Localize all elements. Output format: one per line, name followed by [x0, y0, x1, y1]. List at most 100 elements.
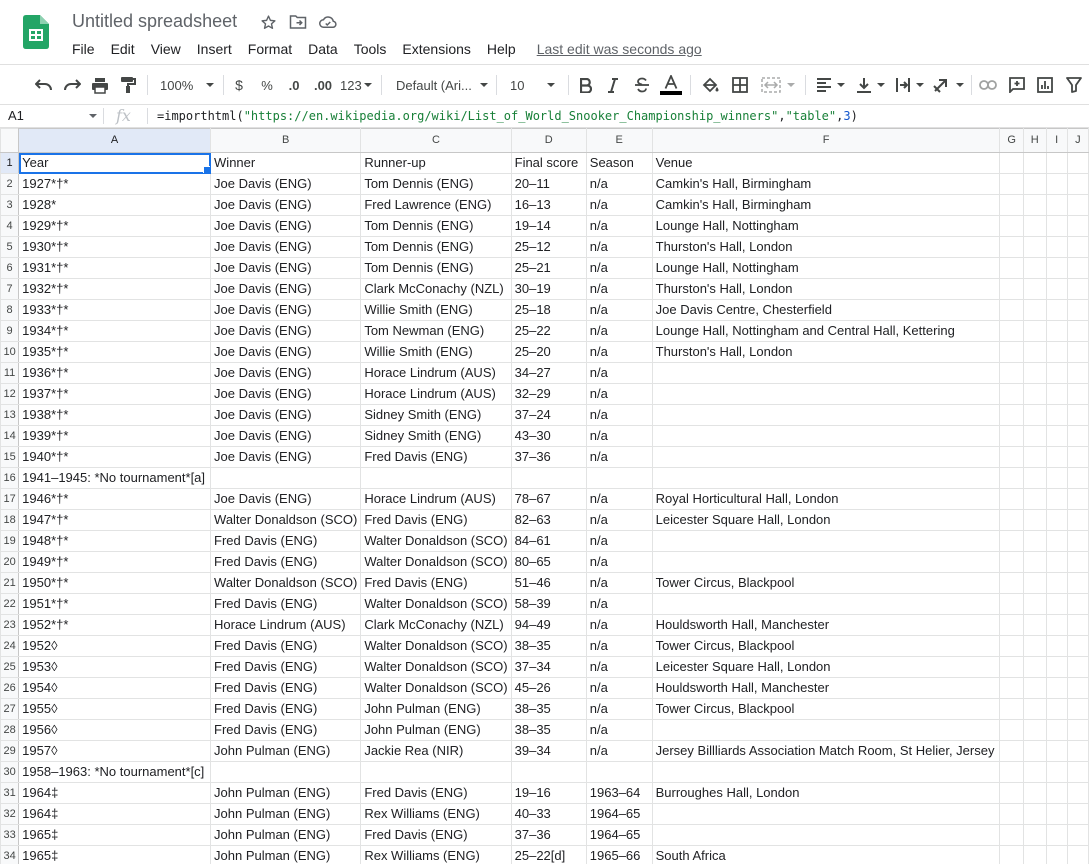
cell-d2[interactable]: 20–11: [510, 173, 587, 195]
cell-i10[interactable]: [1045, 341, 1068, 363]
merge-cells-icon[interactable]: [758, 73, 798, 97]
cell-d18[interactable]: 82–63: [510, 509, 587, 531]
menu-help[interactable]: Help: [479, 41, 524, 57]
cell-c6[interactable]: Tom Dennis (ENG): [360, 257, 512, 279]
redo-icon[interactable]: [62, 73, 82, 97]
vertical-align-icon[interactable]: [854, 73, 886, 97]
cell-f4[interactable]: Lounge Hall, Nottingham: [651, 215, 1001, 237]
cell-h15[interactable]: [1022, 446, 1047, 468]
cell-h5[interactable]: [1022, 236, 1047, 258]
cell-i26[interactable]: [1045, 677, 1068, 699]
cell-c18[interactable]: Fred Davis (ENG): [360, 509, 512, 531]
cell-e28[interactable]: n/a: [585, 719, 653, 741]
cell-d9[interactable]: 25–22: [510, 320, 587, 342]
cell-c17[interactable]: Horace Lindrum (AUS): [360, 488, 512, 510]
cell-i2[interactable]: [1045, 173, 1068, 195]
cell-h13[interactable]: [1022, 404, 1047, 426]
horizontal-align-icon[interactable]: [814, 73, 846, 97]
row-header[interactable]: 25: [0, 656, 20, 678]
cell-e16[interactable]: [585, 467, 653, 489]
cell-a16[interactable]: 1941–1945: *No tournament*[a]: [18, 467, 212, 489]
paint-format-icon[interactable]: [118, 73, 138, 97]
cell-d22[interactable]: 58–39: [510, 593, 587, 615]
cell-a23[interactable]: 1952*†*: [18, 614, 212, 636]
menu-tools[interactable]: Tools: [346, 41, 395, 57]
cell-f22[interactable]: [651, 593, 1001, 615]
cell-c7[interactable]: Clark McConachy (NZL): [360, 278, 512, 300]
cell-j26[interactable]: [1066, 677, 1089, 699]
cell-h24[interactable]: [1022, 635, 1047, 657]
cell-e21[interactable]: n/a: [585, 572, 653, 594]
cell-b31[interactable]: John Pulman (ENG): [210, 782, 362, 804]
font-family-select[interactable]: Default (Ari...: [396, 73, 488, 97]
row-header[interactable]: 2: [0, 173, 20, 195]
cell-e26[interactable]: n/a: [585, 677, 653, 699]
cell-b27[interactable]: Fred Davis (ENG): [210, 698, 362, 720]
cell-e4[interactable]: n/a: [585, 215, 653, 237]
cell-i17[interactable]: [1045, 488, 1068, 510]
cell-d34[interactable]: 25–22[d]: [510, 845, 587, 864]
row-header[interactable]: 8: [0, 299, 20, 321]
cell-a27[interactable]: 1955◊: [18, 698, 212, 720]
cell-g21[interactable]: [999, 572, 1024, 594]
cell-j2[interactable]: [1066, 173, 1089, 195]
cell-d21[interactable]: 51–46: [510, 572, 587, 594]
insert-link-icon[interactable]: [978, 73, 998, 97]
cell-j8[interactable]: [1066, 299, 1089, 321]
cell-c19[interactable]: Walter Donaldson (SCO): [360, 530, 512, 552]
cell-j21[interactable]: [1066, 572, 1089, 594]
row-header[interactable]: 6: [0, 257, 20, 279]
menu-edit[interactable]: Edit: [103, 41, 143, 57]
cell-a24[interactable]: 1952◊: [18, 635, 212, 657]
cell-i6[interactable]: [1045, 257, 1068, 279]
cell-f19[interactable]: [651, 530, 1001, 552]
cell-d23[interactable]: 94–49: [510, 614, 587, 636]
cell-d14[interactable]: 43–30: [510, 425, 587, 447]
cell-d13[interactable]: 37–24: [510, 404, 587, 426]
cell-g19[interactable]: [999, 530, 1024, 552]
cell-h3[interactable]: [1022, 194, 1047, 216]
cell-c8[interactable]: Willie Smith (ENG): [360, 299, 512, 321]
row-header[interactable]: 32: [0, 803, 20, 825]
cell-b1[interactable]: Winner: [210, 152, 362, 174]
cell-c21[interactable]: Fred Davis (ENG): [360, 572, 512, 594]
cell-e19[interactable]: n/a: [585, 530, 653, 552]
cell-a32[interactable]: 1964‡: [18, 803, 212, 825]
name-box[interactable]: A1: [0, 105, 100, 127]
row-header[interactable]: 3: [0, 194, 20, 216]
cell-f7[interactable]: Thurston's Hall, London: [651, 278, 1001, 300]
cell-h33[interactable]: [1022, 824, 1047, 846]
cell-h4[interactable]: [1022, 215, 1047, 237]
menu-data[interactable]: Data: [300, 41, 346, 57]
text-wrapping-icon[interactable]: [893, 73, 925, 97]
cell-g14[interactable]: [999, 425, 1024, 447]
cell-e7[interactable]: n/a: [585, 278, 653, 300]
cell-a4[interactable]: 1929*†*: [18, 215, 212, 237]
cell-c13[interactable]: Sidney Smith (ENG): [360, 404, 512, 426]
text-color-icon[interactable]: [660, 73, 682, 97]
cell-d6[interactable]: 25–21: [510, 257, 587, 279]
cell-c28[interactable]: John Pulman (ENG): [360, 719, 512, 741]
cell-a21[interactable]: 1950*†*: [18, 572, 212, 594]
cell-c30[interactable]: [360, 761, 512, 783]
cell-b8[interactable]: Joe Davis (ENG): [210, 299, 362, 321]
cell-i22[interactable]: [1045, 593, 1068, 615]
cell-h26[interactable]: [1022, 677, 1047, 699]
undo-icon[interactable]: [34, 73, 54, 97]
cell-j33[interactable]: [1066, 824, 1089, 846]
cell-f1[interactable]: Venue: [651, 152, 1001, 174]
select-all-corner[interactable]: [0, 128, 20, 153]
insert-chart-icon[interactable]: [1035, 73, 1055, 97]
row-header[interactable]: 28: [0, 719, 20, 741]
cell-b24[interactable]: Fred Davis (ENG): [210, 635, 362, 657]
cell-j11[interactable]: [1066, 362, 1089, 384]
cell-a30[interactable]: 1958–1963: *No tournament*[c]: [18, 761, 212, 783]
cell-h11[interactable]: [1022, 362, 1047, 384]
cell-a25[interactable]: 1953◊: [18, 656, 212, 678]
cell-j19[interactable]: [1066, 530, 1089, 552]
cell-c4[interactable]: Tom Dennis (ENG): [360, 215, 512, 237]
cell-d1[interactable]: Final score: [510, 152, 587, 174]
cell-d5[interactable]: 25–12: [510, 236, 587, 258]
cell-c16[interactable]: [360, 467, 512, 489]
cell-f25[interactable]: Leicester Square Hall, London: [651, 656, 1001, 678]
